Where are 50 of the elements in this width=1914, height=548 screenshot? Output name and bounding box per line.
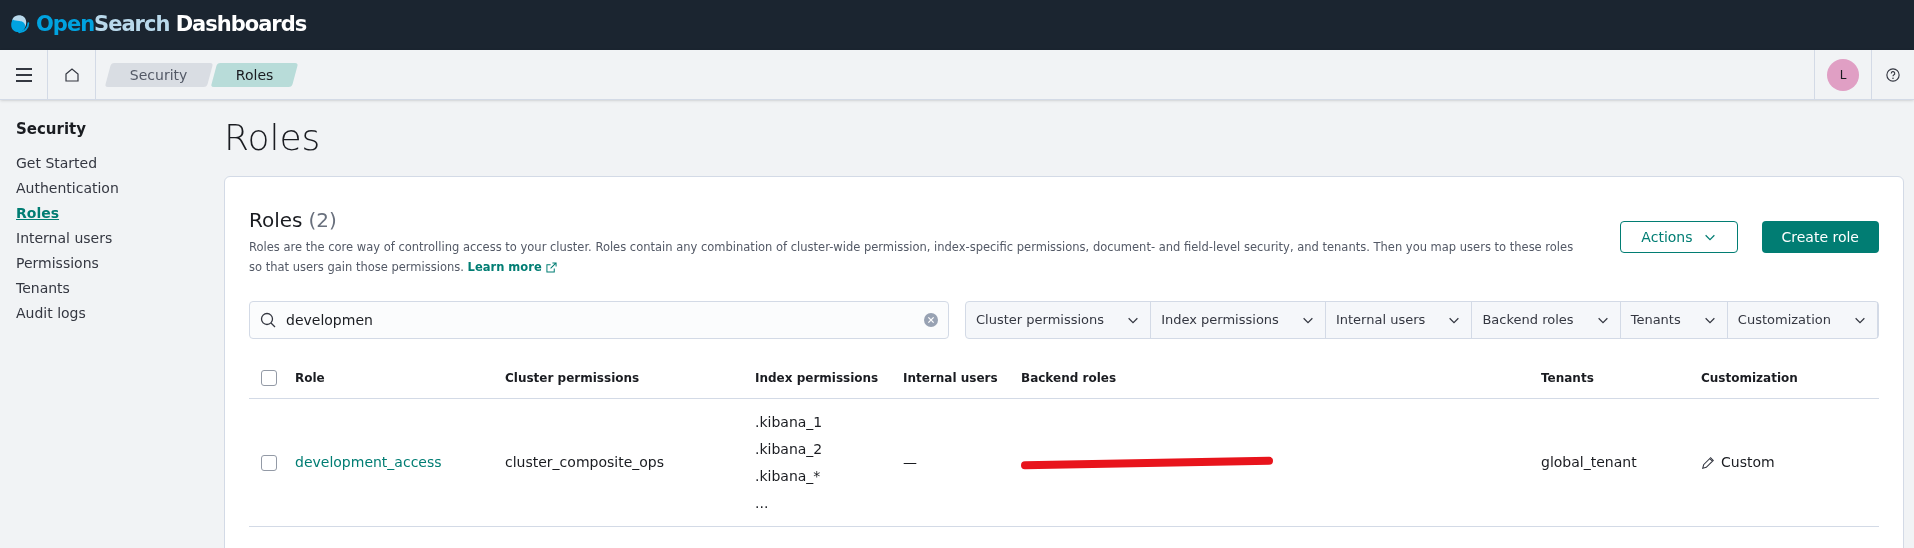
sidebar-item[interactable]: Authentication (16, 175, 119, 201)
brand-name[interactable]: OpenSearch Dashboards (36, 9, 307, 41)
filter-button[interactable]: Cluster permissions (966, 302, 1152, 338)
help-icon[interactable] (1886, 67, 1900, 82)
column-header[interactable]: Tenants (1541, 370, 1594, 385)
logo-icon (10, 14, 32, 36)
table-cell-text: .kibana_* (755, 466, 821, 486)
column-header[interactable]: Customization (1701, 370, 1798, 385)
filter-button[interactable]: Index permissions (1151, 302, 1326, 338)
sidebar-title: Security (16, 119, 88, 140)
select-all-checkbox[interactable] (261, 369, 277, 386)
panel-title: Roles (249, 207, 303, 234)
table-cell: cluster_composite_ops (505, 454, 664, 470)
row-checkbox[interactable] (261, 454, 277, 471)
column-header[interactable]: Backend roles (1021, 370, 1117, 385)
filter-button[interactable]: Backend roles (1472, 302, 1621, 338)
column-header[interactable]: Internal users (903, 370, 998, 385)
sidebar-item[interactable]: Audit logs (16, 300, 86, 326)
learn-more-link[interactable]: Learn more (467, 257, 557, 277)
panel-description: Roles are the core way of controlling access to your cluster. Roles contain any combination of cluster-wide permission, index-specific permissions, document- and field-level security, and tenants. Then you map users to these roles so that users gain those permissions. Learn more (249, 237, 1581, 277)
filter-button[interactable]: Customization (1727, 302, 1879, 338)
filter-button[interactable]: Tenants (1620, 302, 1728, 338)
user-avatar[interactable]: L (1827, 58, 1859, 91)
table-cell-text: ... (755, 493, 769, 513)
sidebar-item[interactable]: Internal users (16, 225, 113, 251)
column-header[interactable]: Index permissions (755, 370, 879, 385)
search-field[interactable]: developmen (249, 301, 949, 339)
table-cell-text: .kibana_1 (755, 412, 823, 432)
sidebar-item[interactable]: Get Started (16, 150, 98, 176)
role-count: (2) (308, 207, 337, 234)
role-link[interactable]: development_access (295, 454, 442, 470)
table-cell-text: .kibana_2 (755, 439, 823, 459)
filter-button[interactable]: Internal users (1325, 302, 1473, 338)
pencil-icon (1701, 455, 1715, 470)
breadcrumb[interactable]: Security (104, 62, 213, 87)
clear-icon[interactable] (924, 313, 938, 327)
actions-button[interactable]: Actions (1620, 221, 1738, 253)
page-title: Roles (224, 116, 322, 160)
sidebar-item[interactable]: Roles (16, 200, 60, 226)
column-header[interactable]: Cluster permissions (505, 370, 640, 385)
create-role-button[interactable]: Create role (1761, 221, 1879, 253)
table-cell-text: Custom (1721, 453, 1775, 472)
sidebar-item[interactable]: Permissions (16, 250, 99, 276)
sidebar-item[interactable]: Tenants (16, 275, 70, 301)
column-header[interactable]: Role (295, 370, 325, 385)
breadcrumb[interactable]: Roles (210, 62, 299, 87)
search-icon (260, 312, 276, 328)
table-cell: — (903, 454, 917, 470)
table-cell: global_tenant (1541, 454, 1637, 470)
external-link-icon (545, 261, 557, 273)
